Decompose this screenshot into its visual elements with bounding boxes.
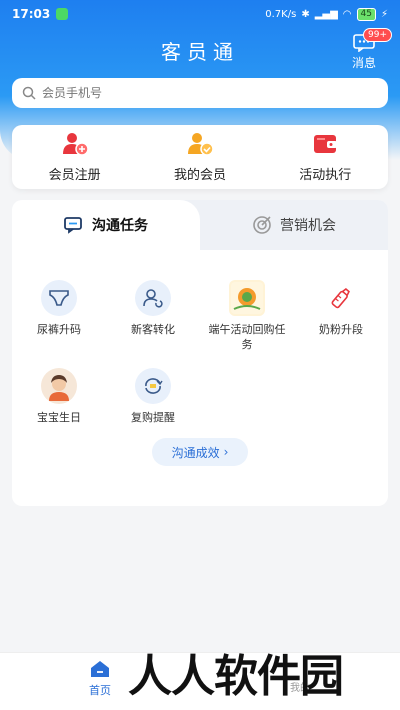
messages-label: 消息 — [351, 56, 376, 70]
communication-effect-button[interactable]: 沟通成效 › — [152, 438, 248, 466]
user-refresh-icon — [135, 280, 171, 316]
status-bar: 17:03 0.7K/s ✱ ▂▄▆ ◠ 45 ⚡ — [0, 0, 400, 28]
network-speed: 0.7K/s — [265, 8, 297, 20]
status-time: 17:03 — [12, 7, 51, 21]
messages-badge: 99+ — [363, 28, 392, 42]
task-diaper-upgrade[interactable]: 尿裤升码 — [12, 272, 106, 346]
task-label: 宝宝生日 — [37, 411, 81, 424]
task-repurchase-reminder[interactable]: 复购提醒 — [106, 360, 200, 434]
watermark-text: 人人软件园 — [128, 651, 344, 702]
signal-icon: ▂▄▆ — [314, 8, 338, 20]
user-check-icon — [187, 132, 214, 156]
search-icon — [22, 86, 36, 100]
task-label: 复购提醒 — [131, 411, 175, 424]
battery-icon: 45 — [356, 7, 376, 21]
notification-icon — [56, 8, 69, 20]
tab-label: 营销机会 — [280, 218, 336, 234]
target-icon — [253, 216, 271, 234]
nav-home-label: 首页 — [89, 684, 111, 697]
task-label: 新客转化 — [131, 323, 175, 336]
chat-icon — [64, 217, 82, 234]
diaper-icon — [41, 280, 77, 316]
search-input[interactable] — [42, 86, 342, 100]
activity-execute-button[interactable]: 活动执行 — [270, 132, 380, 183]
quick-action-label: 活动执行 — [299, 167, 352, 183]
wifi-icon: ◠ — [342, 8, 352, 20]
bluetooth-icon: ✱ — [301, 8, 310, 20]
quick-action-label: 会员注册 — [48, 167, 101, 183]
quick-actions-card: 会员注册 我的会员 活动执行 — [12, 125, 388, 189]
page-title: 客员通 — [161, 40, 239, 64]
chevron-right-icon: › — [223, 445, 229, 459]
task-baby-birthday[interactable]: 宝宝生日 — [12, 360, 106, 434]
task-tabs: 沟通任务 营销机会 — [12, 200, 388, 250]
tab-marketing-opportunities[interactable]: 营销机会 — [200, 200, 388, 250]
search-bar[interactable] — [12, 78, 388, 108]
user-add-icon — [62, 132, 89, 156]
effect-button-label: 沟通成效 — [171, 445, 220, 460]
dragon-boat-image — [229, 280, 265, 316]
tab-label: 沟通任务 — [92, 218, 148, 234]
task-grid: 尿裤升码 新客转化 端午活动回购任务 奶粉升段 宝宝生日 复购提醒 — [12, 250, 388, 448]
task-label: 尿裤升码 — [37, 323, 81, 336]
baby-bottle-icon — [323, 280, 359, 316]
task-label: 奶粉升段 — [319, 323, 363, 336]
repeat-icon — [135, 368, 171, 404]
task-formula-stage-upgrade[interactable]: 奶粉升段 — [294, 272, 388, 346]
tab-communication-tasks[interactable]: 沟通任务 — [12, 200, 200, 250]
home-icon — [91, 661, 109, 677]
member-register-button[interactable]: 会员注册 — [20, 132, 130, 183]
charging-icon: ⚡ — [380, 8, 388, 20]
nav-home[interactable]: 首页 — [82, 659, 118, 698]
wallet-icon — [314, 134, 338, 153]
task-dragon-boat-repurchase[interactable]: 端午活动回购任务 — [200, 272, 294, 351]
task-label: 端午活动回购任务 — [208, 323, 286, 351]
baby-avatar-icon — [41, 368, 77, 404]
task-card: 沟通任务 营销机会 尿裤升码 新客转化 端午活动回购任务 奶粉升段 宝宝生日 复… — [12, 200, 388, 506]
my-members-button[interactable]: 我的会员 — [145, 132, 255, 183]
messages-button[interactable]: 99+ 消息 — [342, 28, 392, 70]
task-new-customer[interactable]: 新客转化 — [106, 272, 200, 346]
quick-action-label: 我的会员 — [173, 167, 226, 183]
